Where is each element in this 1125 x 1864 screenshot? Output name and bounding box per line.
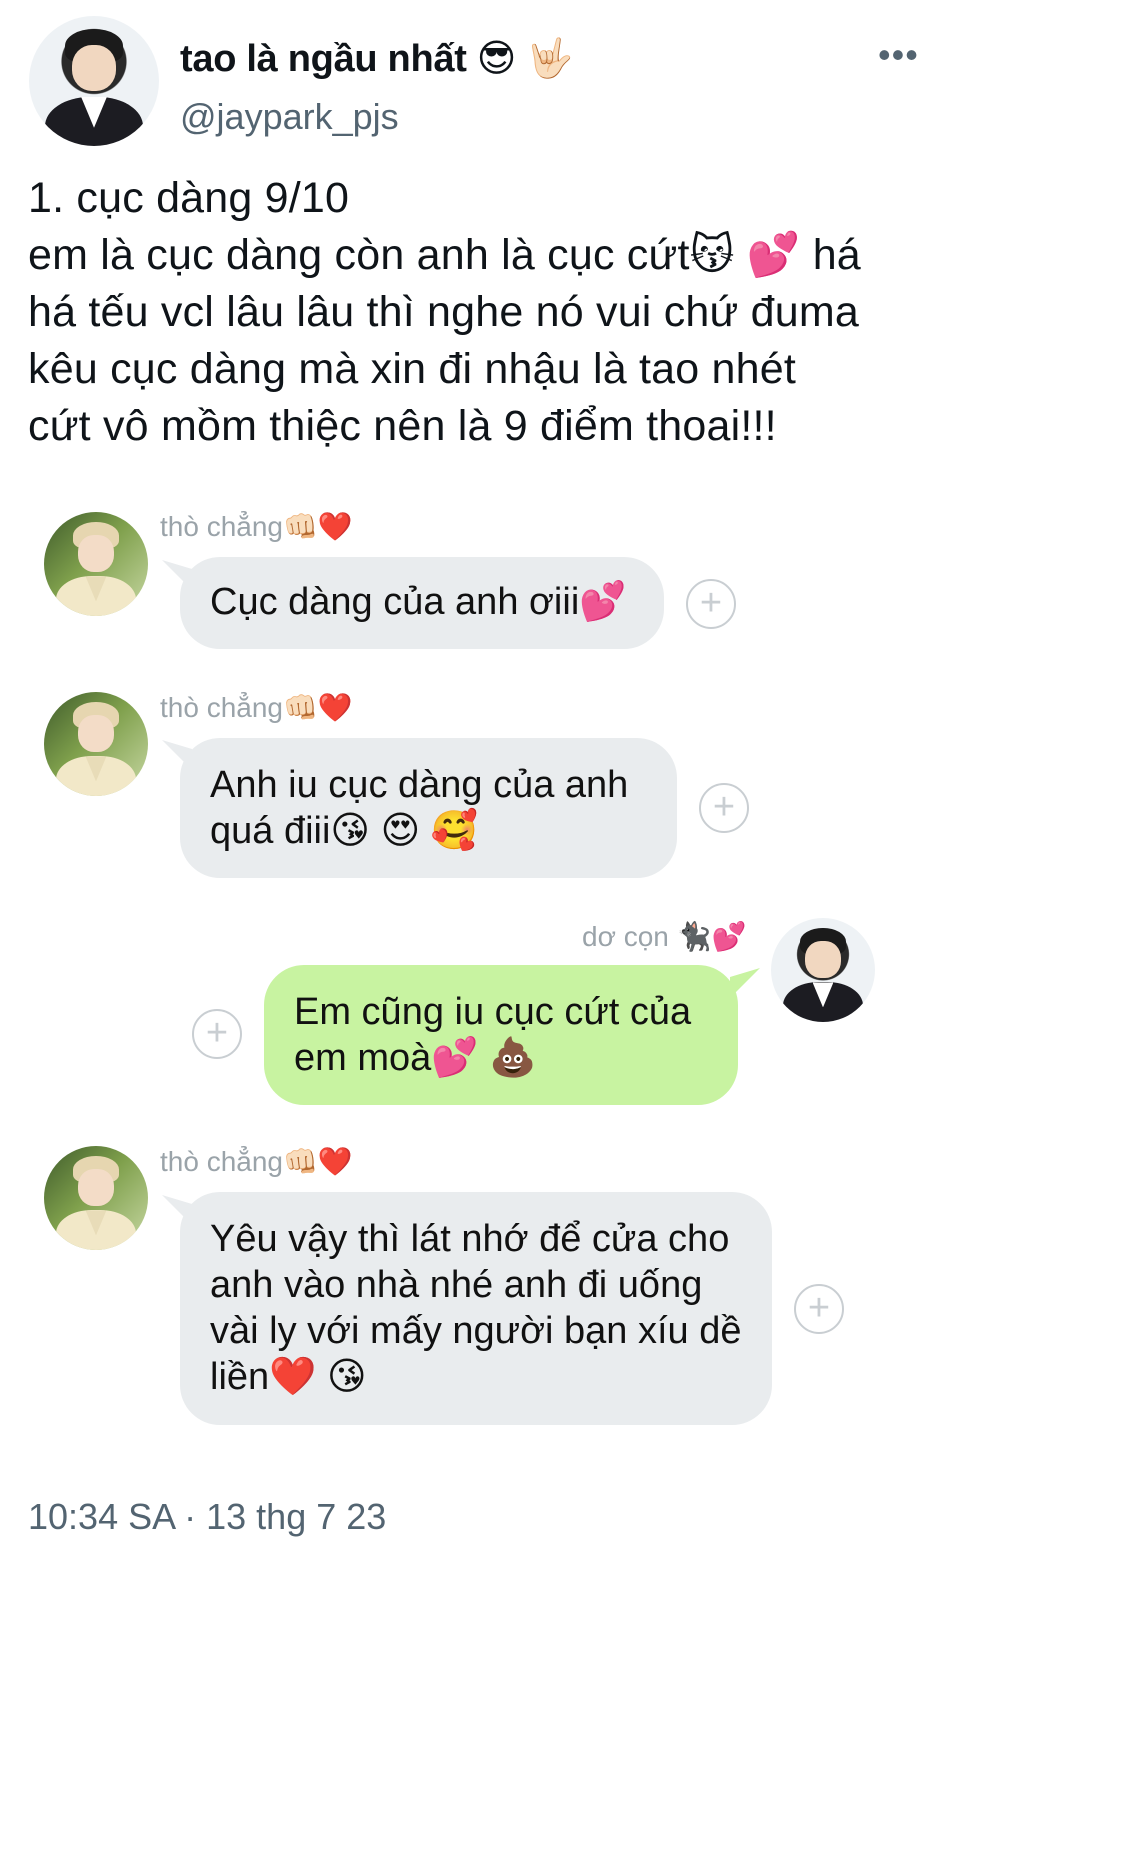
avatar-face	[71, 44, 117, 92]
message-text-line: quá điii😘 😍 🥰	[210, 810, 479, 852]
tweet-text-line: kêu cục dàng mà xin đi nhậu là tao nhét	[28, 345, 796, 393]
message-bubble: Anh iu cục dàng của anh quá điii😘 😍 🥰	[180, 738, 677, 878]
sender-avatar	[44, 512, 148, 616]
avatar-face	[78, 1168, 114, 1207]
self-avatar	[771, 918, 875, 1022]
sender-name: thò chẳng👊🏻❤️	[160, 511, 353, 542]
message-bubble-self: Em cũng iu cục cứt của em moà💕 💩	[264, 965, 738, 1105]
author-avatar[interactable]	[29, 16, 159, 146]
sender-avatar	[44, 692, 148, 796]
message-text-line: em moà💕 💩	[294, 1037, 537, 1079]
message-text-line: anh vào nhà nhé anh đi uống	[210, 1264, 703, 1306]
message-text-line: Yêu vậy thì lát nhớ để cửa cho	[210, 1218, 730, 1260]
message-bubble: Cục dàng của anh ơiii💕	[180, 557, 664, 649]
sender-name: thò chẳng👊🏻❤️	[160, 1146, 353, 1177]
avatar-face	[78, 714, 114, 753]
author-display-name[interactable]: tao là ngầu nhất 😎 🤟🏻	[180, 36, 574, 81]
bubble-tail	[730, 968, 760, 998]
add-reaction-icon: +	[686, 579, 736, 629]
post-timestamp[interactable]: 10:34 SA · 13 thg 7 23	[28, 1496, 386, 1538]
more-horizontal-icon[interactable]: •••	[878, 37, 918, 73]
author-handle[interactable]: @jaypark_pjs	[180, 96, 399, 138]
message-text-line: Anh iu cục dàng của anh	[210, 764, 629, 806]
message-bubble: Yêu vậy thì lát nhớ để cửa cho anh vào n…	[180, 1192, 772, 1425]
tweet-text-line: 1. cục dàng 9/10	[28, 174, 350, 222]
add-reaction-icon: +	[699, 783, 749, 833]
message-text-line: Em cũng iu cục cứt của	[294, 991, 692, 1033]
message-text: Cục dàng của anh ơiii💕	[210, 581, 627, 623]
sender-avatar	[44, 1146, 148, 1250]
tweet-text-line: em là cục dàng còn anh là cục cứt😽 💕 há	[28, 231, 861, 279]
add-reaction-icon: +	[794, 1284, 844, 1334]
message-text-line: vài ly với mấy người bạn xíu dề	[210, 1310, 742, 1352]
message-text-line: liền❤️ 😘	[210, 1356, 367, 1398]
sender-name: thò chẳng👊🏻❤️	[160, 692, 353, 723]
avatar-face	[805, 940, 841, 979]
tweet-text: 1. cục dàng 9/10 em là cục dàng còn anh …	[28, 170, 948, 455]
tweet-text-line: há tếu vcl lâu lâu thì nghe nó vui chứ đ…	[28, 288, 860, 336]
avatar-face	[78, 534, 114, 573]
tweet-text-line: cứt vô mồm thiệc nên là 9 điểm thoai!!!	[28, 402, 777, 450]
add-reaction-icon: +	[192, 1009, 242, 1059]
sender-name: dơ cọn 🐈‍⬛💕	[582, 921, 747, 952]
